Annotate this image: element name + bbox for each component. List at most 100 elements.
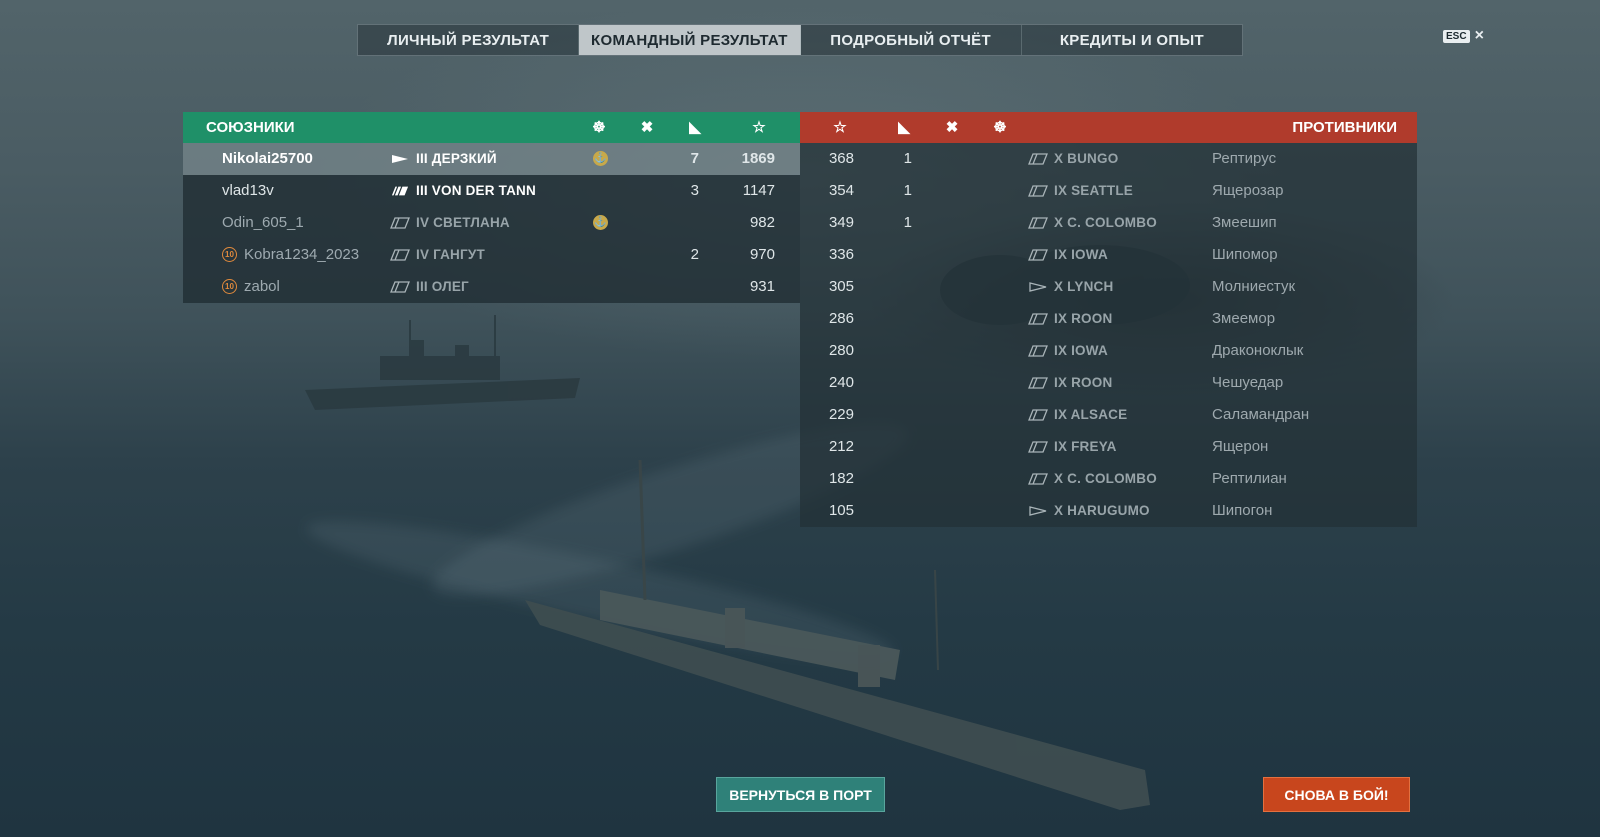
player-name: Kobra1234_2023: [244, 246, 360, 263]
cross-icon: ✖: [640, 119, 654, 136]
allies-title: СОЮЗНИКИ: [206, 119, 295, 136]
base-xp: 240: [828, 374, 854, 391]
ship-name: IX IOWA: [1054, 247, 1108, 262]
table-row[interactable]: 336 IX IOWA Шипомор: [800, 239, 1417, 271]
cross-icon: ✖: [945, 119, 959, 136]
player-name: Рептирус: [1212, 150, 1277, 167]
table-row[interactable]: 229 IX ALSACE Саламандран: [800, 399, 1417, 431]
table-row[interactable]: 354 1 IX SEATTLE Ящерозар: [800, 175, 1417, 207]
ship-name: IX SEATTLE: [1054, 183, 1134, 198]
ship-class-icon: [1028, 249, 1048, 261]
table-row[interactable]: 182 X C. COLOMBO Рептилиан: [800, 463, 1417, 495]
base-xp: 286: [828, 310, 854, 327]
rank-badge-icon: 10: [222, 247, 237, 262]
ship-name: III ОЛЕГ: [416, 279, 469, 294]
close-icon: ×: [1474, 27, 1484, 44]
ship-name: X HARUGUMO: [1054, 503, 1150, 518]
base-xp: 305: [828, 278, 854, 295]
table-row[interactable]: Nikolai25700 III ДЕРЗКИЙ ⚓ 7 1869: [183, 143, 800, 175]
battle-again-button[interactable]: СНОВА В БОЙ!: [1263, 777, 1410, 812]
kills-count: 1: [903, 150, 912, 167]
table-row[interactable]: 286 IX ROON Змеемор: [800, 303, 1417, 335]
esc-key-icon: ESC: [1443, 29, 1470, 43]
player-name: Ящерозар: [1212, 182, 1284, 199]
player-name: zabol: [244, 278, 280, 295]
close-button[interactable]: ESC ×: [1443, 27, 1484, 45]
kills-icon: ◣: [898, 119, 910, 136]
ship-name: III ДЕРЗКИЙ: [416, 151, 497, 166]
player-name: Шипогон: [1212, 502, 1273, 519]
player-name: Чешуедар: [1212, 374, 1284, 391]
player-name: Молниестук: [1212, 278, 1296, 295]
player-name: vlad13v: [222, 182, 274, 199]
ship-class-icon: [390, 249, 410, 261]
base-xp: 368: [828, 150, 854, 167]
capture-icon: ☸: [993, 119, 1007, 136]
ship-class-icon: [390, 281, 410, 293]
kills-count: 3: [690, 182, 699, 199]
player-name: Змеешип: [1212, 214, 1277, 231]
ship-name: IX ROON: [1054, 375, 1113, 390]
tab-team-result[interactable]: КОМАНДНЫЙ РЕЗУЛЬТАТ: [579, 25, 801, 55]
ship-name: IX IOWA: [1054, 343, 1108, 358]
ship-class-icon: [392, 155, 408, 163]
base-xp: 105: [828, 502, 854, 519]
table-row[interactable]: 105 X HARUGUMO Шипогон: [800, 495, 1417, 527]
ship-class-icon: [390, 185, 410, 197]
tab-personal-result[interactable]: ЛИЧНЫЙ РЕЗУЛЬТАТ: [358, 25, 580, 55]
table-row[interactable]: 10 Kobra1234_2023 IV ГАНГУТ 2 970: [183, 239, 800, 271]
ship-class-icon: [1028, 473, 1048, 485]
kills-icon: ◣: [689, 119, 701, 136]
table-row[interactable]: 349 1 X C. COLOMBO Змеешип: [800, 207, 1417, 239]
player-name: Рептилиан: [1212, 470, 1287, 487]
tab-bar: ЛИЧНЫЙ РЕЗУЛЬТАТ КОМАНДНЫЙ РЕЗУЛЬТАТ ПОД…: [357, 24, 1243, 56]
medal-icon: ⚓: [593, 215, 608, 230]
base-xp: 349: [828, 214, 854, 231]
ship-class-icon: [1029, 506, 1047, 516]
base-xp: 354: [828, 182, 854, 199]
tab-credits-xp[interactable]: КРЕДИТЫ И ОПЫТ: [1022, 25, 1242, 55]
rank-badge-icon: 10: [222, 279, 237, 294]
ship-class-icon: [1028, 377, 1048, 389]
ship-class-icon: [1028, 217, 1048, 229]
ship-class-icon: [1028, 153, 1048, 165]
table-row[interactable]: 368 1 X BUNGO Рептирус: [800, 143, 1417, 175]
ship-class-icon: [1028, 345, 1048, 357]
base-xp: 970: [749, 246, 775, 263]
ship-class-icon: [1028, 313, 1048, 325]
ship-name: X C. COLOMBO: [1054, 215, 1157, 230]
star-icon: ☆: [833, 119, 847, 136]
ship-class-icon: [1028, 441, 1048, 453]
player-name: Змеемор: [1212, 310, 1276, 327]
player-name: Шипомор: [1212, 246, 1278, 263]
table-row[interactable]: 305 X LYNCH Молниестук: [800, 271, 1417, 303]
tab-detailed-report[interactable]: ПОДРОБНЫЙ ОТЧЁТ: [801, 25, 1022, 55]
kills-count: 2: [690, 246, 699, 263]
base-xp: 182: [828, 470, 854, 487]
kills-count: 7: [690, 150, 699, 167]
table-row[interactable]: 240 IX ROON Чешуедар: [800, 367, 1417, 399]
table-row[interactable]: 212 IX FREYA Ящерон: [800, 431, 1417, 463]
ship-class-icon: [1028, 185, 1048, 197]
base-xp: 931: [749, 278, 775, 295]
base-xp: 336: [828, 246, 854, 263]
base-xp: 1869: [741, 150, 775, 167]
enemies-panel: ☆ ◣ ✖ ☸ ПРОТИВНИКИ 368 1 X BUNGO Рептирус 35…: [800, 112, 1417, 527]
allies-header: СОЮЗНИКИ ☸ ✖ ◣ ☆: [183, 112, 800, 143]
battleship-silhouette: [305, 378, 580, 410]
ship-name: X LYNCH: [1054, 279, 1114, 294]
base-xp: 1147: [742, 182, 775, 199]
table-row[interactable]: Odin_605_1 IV СВЕТЛАНА ⚓ 982: [183, 207, 800, 239]
return-to-port-button[interactable]: ВЕРНУТЬСЯ В ПОРТ: [716, 777, 885, 812]
kills-count: 1: [903, 182, 912, 199]
player-name: Ящерон: [1212, 438, 1269, 455]
table-row[interactable]: 280 IX IOWA Драконоклык: [800, 335, 1417, 367]
allies-panel: СОЮЗНИКИ ☸ ✖ ◣ ☆ Nikolai25700 III ДЕРЗКИЙ…: [183, 112, 800, 303]
table-row[interactable]: 10 zabol III ОЛЕГ 931: [183, 271, 800, 303]
ship-name: X C. COLOMBO: [1054, 471, 1157, 486]
player-name: Драконоклык: [1212, 342, 1304, 359]
enemies-list: 368 1 X BUNGO Рептирус 354 1 IX SEATTLE Ящероза…: [800, 143, 1417, 527]
base-xp: 229: [828, 406, 854, 423]
capture-icon: ☸: [592, 119, 606, 136]
table-row[interactable]: vlad13v III VON DER TANN 3 1147: [183, 175, 800, 207]
